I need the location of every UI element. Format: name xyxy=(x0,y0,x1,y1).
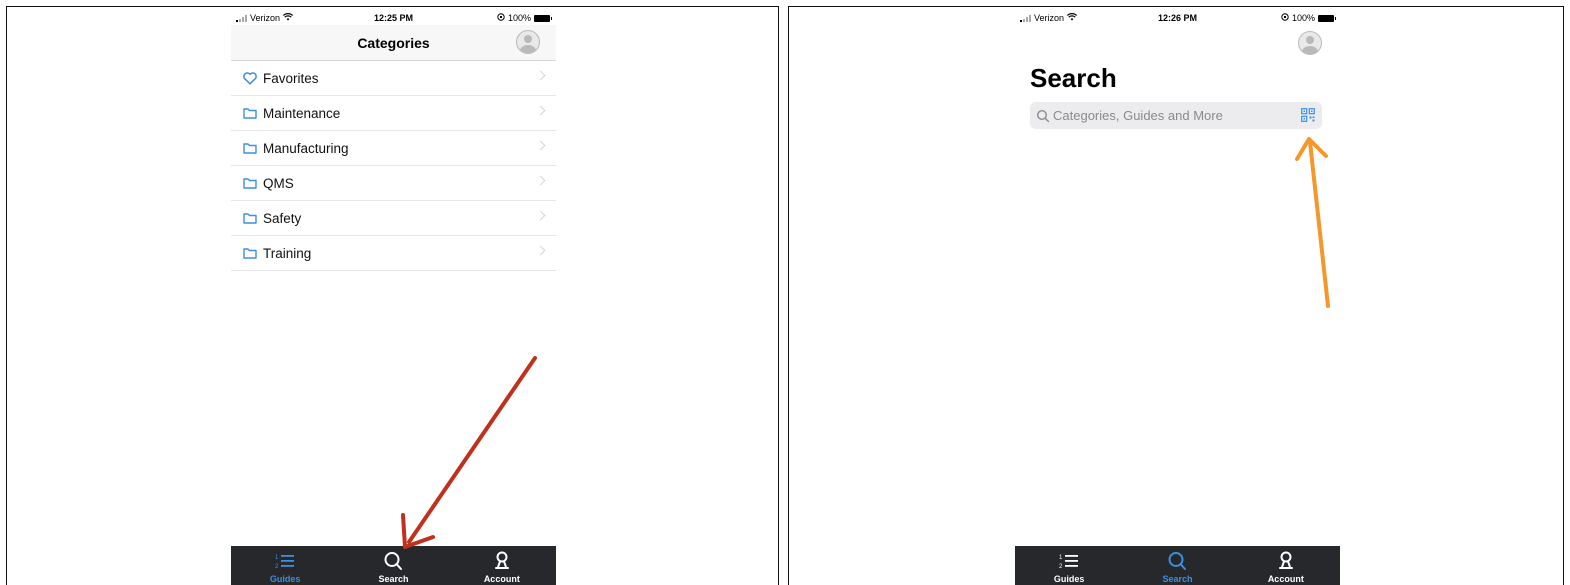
category-list: Favorites Maintenance Manufacturing QMS … xyxy=(231,61,556,271)
tab-search[interactable]: Search xyxy=(1123,546,1231,585)
tab-label: Search xyxy=(378,574,409,584)
battery-icon xyxy=(1318,14,1336,22)
account-icon xyxy=(494,549,510,573)
category-label: Training xyxy=(263,245,312,261)
qr-code-icon[interactable] xyxy=(1301,108,1315,122)
folder-icon xyxy=(243,211,257,225)
category-label: Manufacturing xyxy=(263,140,349,156)
search-bar xyxy=(1030,102,1322,129)
phone-screen-search: Verizon 12:26 PM 100% Search Categories,… xyxy=(1015,7,1340,585)
battery-percent: 100% xyxy=(1291,13,1315,23)
category-qms[interactable]: QMS xyxy=(231,166,556,201)
category-favorites[interactable]: Favorites xyxy=(231,61,556,96)
category-manufacturing[interactable]: Manufacturing xyxy=(231,131,556,166)
tab-guides[interactable]: 12 Guides xyxy=(231,546,339,585)
search-input[interactable] xyxy=(1053,108,1293,123)
category-label: QMS xyxy=(263,175,294,191)
rotation-lock-icon xyxy=(1281,13,1289,23)
page-title: Categories xyxy=(357,35,430,51)
tab-bar: 12 Guides Search Account xyxy=(1015,546,1340,585)
battery-indicator: 100% xyxy=(497,13,552,23)
chevron-right-icon xyxy=(535,175,546,186)
folder-icon xyxy=(243,176,257,190)
tab-label: Guides xyxy=(1053,574,1085,584)
chevron-right-icon xyxy=(535,210,546,221)
tab-bar: 12 Guides Search Account xyxy=(231,546,556,585)
svg-text:1: 1 xyxy=(275,555,279,561)
tab-account[interactable]: Account xyxy=(1232,546,1340,585)
right-screenshot-panel: Verizon 12:26 PM 100% Search Categories,… xyxy=(788,6,1564,585)
tab-label: Guides xyxy=(269,574,301,584)
navigation-header: Categories xyxy=(231,25,556,61)
avatar-button[interactable] xyxy=(516,30,540,54)
chevron-right-icon xyxy=(535,140,546,151)
category-label: Maintenance xyxy=(263,105,341,121)
search-icon xyxy=(1167,549,1187,573)
folder-icon xyxy=(243,141,257,155)
phone-screen-categories: Verizon 12:25 PM 100% Categories Favorit… xyxy=(231,7,556,585)
search-icon xyxy=(383,549,403,573)
left-screenshot-panel: Verizon 12:25 PM 100% Categories Favorit… xyxy=(6,6,779,585)
category-label: Safety xyxy=(263,210,302,226)
folder-icon xyxy=(243,246,257,260)
numbered-list-icon: 12 xyxy=(275,549,295,573)
tab-label: Account xyxy=(1267,574,1304,584)
status-bar: Verizon 12:25 PM 100% xyxy=(231,7,556,27)
tab-guides[interactable]: 12 Guides xyxy=(1015,546,1123,585)
rotation-lock-icon xyxy=(497,13,505,23)
page-title: Search xyxy=(1030,63,1117,93)
status-bar: Verizon 12:26 PM 100% xyxy=(1015,7,1340,27)
tab-account[interactable]: Account xyxy=(448,546,556,585)
avatar-button[interactable] xyxy=(1298,31,1322,55)
battery-percent: 100% xyxy=(507,13,531,23)
numbered-list-icon: 12 xyxy=(1059,549,1079,573)
svg-text:2: 2 xyxy=(1059,564,1063,569)
tab-label: Search xyxy=(1162,574,1193,584)
chevron-right-icon xyxy=(535,70,546,81)
category-maintenance[interactable]: Maintenance xyxy=(231,96,556,131)
account-icon xyxy=(1278,549,1294,573)
battery-icon xyxy=(534,14,552,22)
chevron-right-icon xyxy=(535,105,546,116)
search-icon xyxy=(1036,109,1050,123)
tab-label: Account xyxy=(483,574,520,584)
category-label: Favorites xyxy=(263,70,319,86)
heart-icon xyxy=(243,71,257,85)
svg-text:1: 1 xyxy=(1059,555,1063,561)
battery-indicator: 100% xyxy=(1281,13,1336,23)
tab-search[interactable]: Search xyxy=(339,546,447,585)
folder-icon xyxy=(243,106,257,120)
category-safety[interactable]: Safety xyxy=(231,201,556,236)
chevron-right-icon xyxy=(535,245,546,256)
svg-text:2: 2 xyxy=(275,564,279,569)
category-training[interactable]: Training xyxy=(231,236,556,271)
